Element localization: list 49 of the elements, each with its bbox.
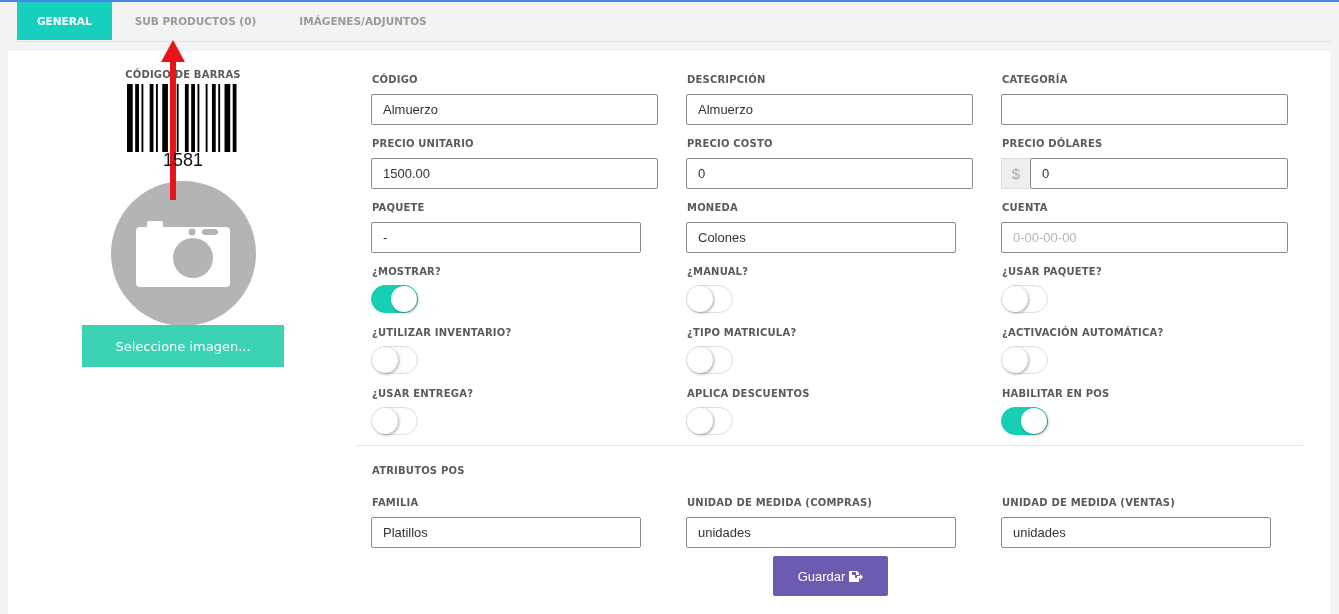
input-field[interactable]: 0-00-00-00 bbox=[1001, 222, 1288, 253]
switch-label: APLICA DESCUENTOS bbox=[687, 388, 810, 400]
field-label: PRECIO DÓLARES bbox=[1002, 138, 1103, 150]
toggle-switch[interactable] bbox=[1001, 346, 1048, 374]
input-field[interactable]: unidades bbox=[686, 517, 956, 548]
field-label: CUENTA bbox=[1002, 202, 1048, 214]
toggle-switch[interactable] bbox=[1001, 285, 1048, 313]
switch-label: ¿ACTIVACIÓN AUTOMÁTICA? bbox=[1002, 327, 1164, 339]
save-button[interactable]: Guardar bbox=[773, 556, 888, 596]
field-label: PRECIO COSTO bbox=[687, 138, 773, 150]
switch-label: ¿USAR ENTREGA? bbox=[372, 388, 474, 400]
currency-prefix: $ bbox=[1001, 158, 1030, 189]
switch-label: ¿USAR PAQUETE? bbox=[1002, 266, 1102, 278]
toggle-switch[interactable] bbox=[686, 346, 733, 374]
toggle-switch[interactable] bbox=[371, 346, 418, 374]
field-label: FAMILIA bbox=[372, 497, 419, 509]
switch-label: HABILITAR EN POS bbox=[1002, 388, 1110, 400]
field-label: PAQUETE bbox=[372, 202, 425, 214]
switch-label: ¿UTILIZAR INVENTARIO? bbox=[372, 327, 512, 339]
save-icon bbox=[849, 569, 864, 583]
input-field[interactable]: 0 bbox=[686, 158, 973, 189]
input-field[interactable]: Almuerzo bbox=[686, 94, 973, 125]
save-label: Guardar bbox=[797, 568, 846, 584]
field-label: CÓDIGO bbox=[372, 74, 418, 86]
input-field[interactable]: Almuerzo bbox=[371, 94, 658, 125]
section-title: ATRIBUTOS POS bbox=[372, 465, 466, 477]
field-label: UNIDAD DE MEDIDA (COMPRAS) bbox=[687, 497, 873, 509]
field-label: DESCRIPCIÓN bbox=[687, 74, 766, 86]
input-field[interactable]: 1500.00 bbox=[371, 158, 658, 189]
input-field[interactable]: Platillos bbox=[371, 517, 641, 548]
input-field[interactable]: - bbox=[371, 222, 641, 253]
switch-label: ¿TIPO MATRICULA? bbox=[687, 327, 797, 339]
field-label: MONEDA bbox=[687, 202, 738, 214]
input-field[interactable] bbox=[1001, 94, 1288, 125]
toggle-switch[interactable] bbox=[686, 285, 733, 313]
field-label: UNIDAD DE MEDIDA (VENTAS) bbox=[1002, 497, 1176, 509]
toggle-switch[interactable] bbox=[1001, 407, 1048, 435]
camera-icon bbox=[136, 220, 230, 287]
barcode-label: CÓDIGO DE BARRAS bbox=[125, 69, 241, 81]
toggle-switch[interactable] bbox=[371, 407, 418, 435]
input-field[interactable]: Colones bbox=[686, 222, 956, 253]
switch-label: ¿MANUAL? bbox=[687, 266, 749, 278]
input-field[interactable]: 0 bbox=[1030, 158, 1288, 189]
switch-label: ¿MOSTRAR? bbox=[372, 266, 442, 278]
toggle-switch[interactable] bbox=[371, 285, 418, 313]
field-label: CATEGORÍA bbox=[1002, 74, 1068, 86]
input-field[interactable]: unidades bbox=[1001, 517, 1271, 548]
toggle-switch[interactable] bbox=[686, 407, 733, 435]
field-label: PRECIO UNITARIO bbox=[372, 138, 474, 150]
